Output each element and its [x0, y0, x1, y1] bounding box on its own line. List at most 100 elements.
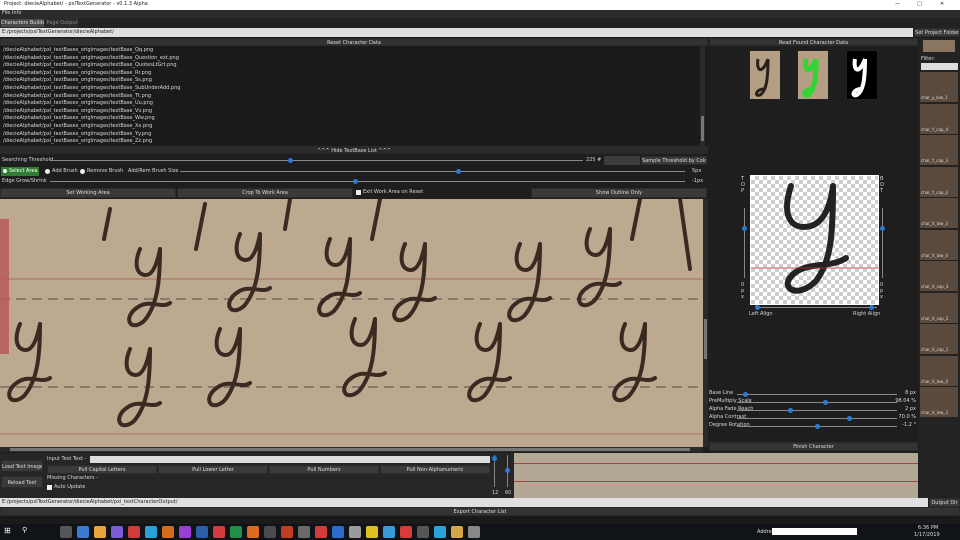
pull-button[interactable]: Pull Lower Letter — [158, 465, 268, 474]
minimize-icon[interactable]: — — [895, 1, 900, 8]
taskbar-app-icon[interactable] — [145, 526, 157, 538]
sidebar-character-item[interactable]: char_y_low_1 — [920, 72, 958, 102]
left-align-knob[interactable] — [755, 305, 760, 310]
file-list-item[interactable]: /diecieAlphabet/pxl_textBases_origImages… — [3, 70, 180, 78]
file-list-item[interactable]: /diecieAlphabet/pxl_textBases_origImages… — [3, 85, 180, 93]
canvas-scrollbar-horizontal[interactable] — [0, 447, 703, 452]
reset-character-data-button[interactable]: Reset Character Data — [0, 38, 708, 46]
canvas-scrollbar-vertical[interactable] — [703, 199, 708, 447]
taskbar-app-icon[interactable] — [264, 526, 276, 538]
sidebar-character-item[interactable]: char_Y_cap_2 — [920, 166, 958, 197]
file-list-scrollbar[interactable] — [700, 46, 705, 146]
load-text-image-button[interactable]: Load Text Image — [1, 460, 43, 472]
preview-mask[interactable] — [797, 50, 829, 100]
file-list-item[interactable]: /diecieAlphabet/pxl_textBases_origImages… — [3, 108, 180, 116]
add-brush-radio[interactable] — [45, 169, 50, 174]
top-slider[interactable] — [744, 208, 745, 278]
file-list-scroll-thumb[interactable] — [701, 116, 704, 141]
filter-input[interactable] — [921, 63, 958, 70]
pull-button[interactable]: Pull Numbers — [269, 465, 379, 474]
menu-file-info[interactable]: File Info — [2, 10, 21, 17]
taskbar-app-icon[interactable] — [213, 526, 225, 538]
file-list-item[interactable]: /diecieAlphabet/pxl_textBases_origImages… — [3, 123, 180, 131]
bottom-slider[interactable] — [882, 208, 883, 278]
adjust-slider-knob[interactable] — [787, 408, 793, 413]
finish-character-button[interactable]: Finish Character — [709, 442, 918, 451]
taskbar-app-icon[interactable] — [332, 526, 344, 538]
sidebar-character-item[interactable]: char_X_low_3 — [920, 387, 958, 417]
reload-text-button[interactable]: Reload Text — [1, 476, 43, 488]
sidebar-character-item[interactable]: char_X_cap_1 — [920, 324, 958, 354]
file-list-item[interactable]: /diecieAlphabet/pxl_textBases_origImages… — [3, 93, 180, 101]
top-slider-knob[interactable] — [742, 226, 747, 231]
sample-threshold-button[interactable]: Sample Threshold by Color — [641, 156, 707, 165]
edge-grow-knob[interactable] — [352, 179, 358, 184]
tab-characters-builder[interactable]: Characters Builder — [0, 18, 45, 28]
output-path-field[interactable]: E:/projects/pxlTextGenerator/diecieAlpha… — [0, 498, 928, 507]
sidebar-character-item[interactable]: char_X_low_4 — [920, 355, 958, 386]
brush-size-knob[interactable] — [455, 169, 461, 174]
adjust-slider-track[interactable] — [737, 410, 897, 411]
sidebar-character-item[interactable]: char_X_cap_3 — [920, 261, 958, 291]
taskbar-app-icon[interactable] — [315, 526, 327, 538]
adjust-slider-track[interactable] — [737, 418, 897, 419]
tab-page-output[interactable]: Page Output — [45, 18, 79, 28]
taskbar-app-icon[interactable] — [111, 526, 123, 538]
file-list-item[interactable]: /diecieAlphabet/pxl_textBases_origImages… — [3, 138, 180, 146]
exit-work-area-checkbox[interactable] — [356, 190, 361, 195]
search-icon[interactable]: ⚲ — [22, 527, 27, 534]
hide-textbase-list-button[interactable]: ^^^ Hide TextBase List ^^^ — [0, 146, 708, 154]
set-project-folder-button[interactable]: Set Project Folder — [914, 28, 960, 37]
maximize-icon[interactable]: □ — [917, 1, 922, 8]
taskbar-app-icon[interactable] — [162, 526, 174, 538]
read-found-character-button[interactable]: Read Found Character Data — [709, 38, 918, 46]
preview-original[interactable] — [749, 50, 781, 100]
sidebar-character-item[interactable]: char_X_low_3 — [920, 198, 958, 228]
taskbar-app-icon[interactable] — [400, 526, 412, 538]
crop-to-work-area-button[interactable]: Crop To Work Area — [177, 188, 353, 198]
file-list-item[interactable]: /diecieAlphabet/pxl_textBases_origImages… — [3, 131, 180, 139]
adjust-slider-knob[interactable] — [847, 416, 852, 421]
brush-size-slider[interactable] — [180, 171, 685, 172]
project-path-field[interactable]: E:/projects/pxlTextGenerator/diecieAlpha… — [0, 28, 913, 37]
sidebar-character-item[interactable]: char_Y_cap_3 — [920, 135, 958, 165]
taskbar-app-icon[interactable] — [77, 526, 89, 538]
edge-grow-slider[interactable] — [50, 181, 685, 182]
taskbar-app-icon[interactable] — [196, 526, 208, 538]
set-working-area-button[interactable]: Set Working Area — [0, 188, 176, 198]
taskbar-app-icon[interactable] — [230, 526, 242, 538]
size-slider-b-knob[interactable] — [505, 468, 510, 473]
taskbar-app-icon[interactable] — [468, 526, 480, 538]
address-input[interactable] — [772, 528, 857, 535]
file-list-item[interactable]: /diecieAlphabet/pxl_textBases_origImages… — [3, 77, 180, 85]
taskbar-app-icon[interactable] — [128, 526, 140, 538]
taskbar-app-icon[interactable] — [179, 526, 191, 538]
close-icon[interactable]: ✕ — [940, 1, 944, 8]
remove-brush-radio[interactable] — [80, 169, 85, 174]
text-image-canvas[interactable] — [0, 199, 703, 447]
taskbar-app-icon[interactable] — [383, 526, 395, 538]
preview-alpha[interactable] — [846, 50, 878, 100]
file-list-item[interactable]: /diecieAlphabet/pxl_textBases_origImages… — [3, 100, 180, 108]
canvas-hscroll-thumb[interactable] — [10, 448, 690, 451]
pull-button[interactable]: Pull Capital Letters — [47, 465, 157, 474]
text-output-preview[interactable] — [514, 453, 918, 498]
taskbar-app-icon[interactable] — [417, 526, 429, 538]
adjust-slider-knob[interactable] — [823, 400, 828, 405]
export-character-list-button[interactable]: Export Character List — [0, 507, 960, 516]
searching-threshold-knob[interactable] — [287, 158, 293, 163]
taskbar-app-icon[interactable] — [60, 526, 72, 538]
taskbar-app-icon[interactable] — [247, 526, 259, 538]
show-outline-only-button[interactable]: Show Outline Only — [531, 188, 707, 198]
character-preview-canvas[interactable] — [750, 175, 880, 305]
adjust-slider-knob[interactable] — [815, 424, 820, 429]
sidebar-character-item[interactable]: char_Y_cap_4 — [920, 103, 958, 134]
searching-threshold-slider[interactable] — [50, 160, 583, 161]
adjust-slider-track[interactable] — [737, 402, 897, 403]
adjust-slider-knob[interactable] — [743, 392, 748, 397]
sidebar-top-thumbnail[interactable] — [923, 40, 955, 52]
taskbar-app-icon[interactable] — [349, 526, 361, 538]
taskbar-app-icon[interactable] — [434, 526, 446, 538]
adjust-slider-track[interactable] — [737, 394, 897, 395]
taskbar-app-icon[interactable] — [298, 526, 310, 538]
